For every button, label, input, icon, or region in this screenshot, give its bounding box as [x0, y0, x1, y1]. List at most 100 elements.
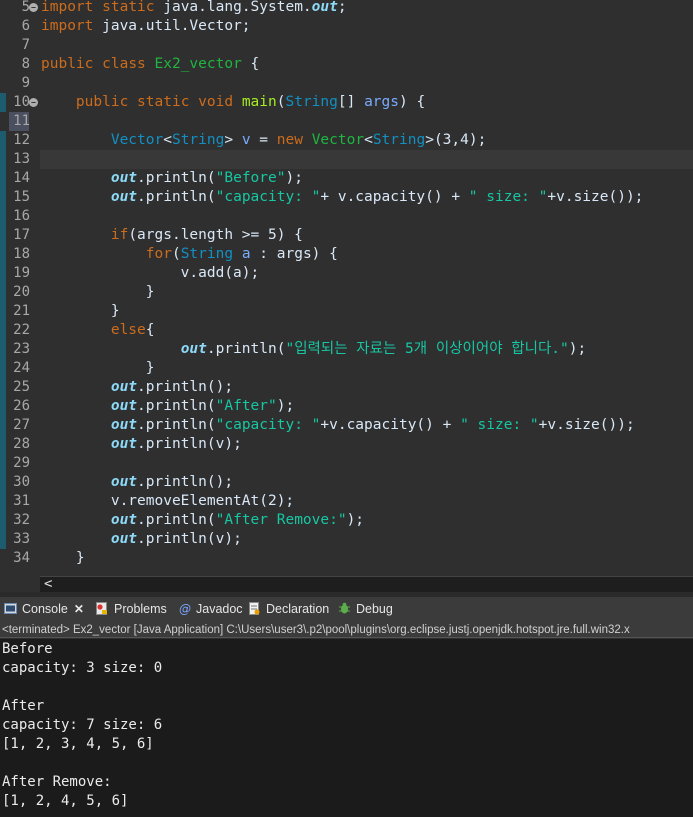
code-token: v: [241, 132, 251, 148]
code-token: String: [180, 246, 234, 262]
code-line[interactable]: else{: [41, 321, 155, 340]
code-token: main: [241, 94, 277, 110]
line-number: 16: [13, 208, 30, 224]
code-line[interactable]: public static void main(String[] args) {: [41, 93, 425, 112]
code-line[interactable]: import static java.lang.System.out;: [41, 0, 347, 17]
code-token: }: [41, 550, 85, 566]
code-line[interactable]: out.println("After");: [41, 397, 294, 416]
code-token: );: [346, 512, 365, 528]
scroll-left-arrow-icon[interactable]: <: [44, 577, 52, 592]
tab-label: Debug: [356, 602, 393, 616]
line-number: 27: [13, 417, 30, 433]
line-number: 26: [13, 398, 30, 414]
tab-label: Console: [22, 602, 68, 616]
code-line[interactable]: out.println(v);: [41, 530, 242, 549]
console-status-bar: <terminated> Ex2_vector [Java Applicatio…: [0, 622, 693, 638]
code-token: static: [102, 0, 155, 15]
code-token: out: [110, 512, 138, 528]
code-token: : args) {: [250, 246, 338, 262]
code-line[interactable]: out.println("입력되는 자료는 5개 이상이어야 합니다.");: [41, 340, 587, 359]
console-output-line: Before: [2, 641, 53, 657]
code-line[interactable]: }: [41, 359, 155, 378]
code-line[interactable]: }: [41, 549, 85, 568]
code-token: out: [110, 436, 138, 452]
code-token: {: [145, 322, 155, 338]
code-token: String: [285, 94, 338, 110]
code-token: out: [110, 398, 138, 414]
console-output-line: [1, 2, 3, 4, 5, 6]: [2, 736, 154, 752]
close-icon[interactable]: ✕: [74, 602, 84, 616]
code-line[interactable]: public class Ex2_vector {: [41, 55, 259, 74]
code-line[interactable]: }: [41, 302, 120, 321]
console-output-line: After Remove:: [2, 774, 112, 790]
code-token: +v.size());: [547, 189, 644, 205]
fold-collapse-icon[interactable]: −: [29, 3, 38, 12]
code-token: .println();: [137, 379, 234, 395]
horizontal-scrollbar[interactable]: <: [40, 576, 693, 592]
code-token: +v.capacity() +: [320, 417, 461, 433]
code-line[interactable]: out.println();: [41, 473, 233, 492]
code-token: .println(: [137, 189, 216, 205]
code-token: " size: ": [468, 189, 548, 205]
code-line[interactable]: }: [41, 283, 155, 302]
code-token: .println(: [137, 512, 216, 528]
code-line[interactable]: import java.util.Vector;: [41, 17, 251, 36]
code-line[interactable]: v.removeElementAt(2);: [41, 492, 294, 511]
code-token: void: [198, 94, 234, 110]
tab-debug[interactable]: Debug: [338, 597, 393, 622]
tab-console[interactable]: Console ✕: [4, 597, 84, 622]
fold-collapse-icon[interactable]: −: [29, 98, 38, 107]
gutter-bottom: [0, 576, 40, 592]
line-number: 30: [13, 474, 30, 490]
line-number: 23: [13, 341, 30, 357]
code-token: args: [364, 94, 399, 110]
line-number: 10: [13, 94, 30, 110]
console-output-line: After: [2, 698, 45, 714]
code-line[interactable]: out.println("After Remove:");: [41, 511, 364, 530]
code-editor[interactable]: 5−6 7 8 9 10−11 12 13 14 15 16 17 18 19 20 21 22 23 24 25 2…: [0, 0, 693, 576]
line-number: 34: [13, 550, 30, 566]
code-line[interactable]: if(args.length >= 5) {: [41, 226, 303, 245]
line-number: 24: [13, 360, 30, 376]
tab-problems[interactable]: Problems: [96, 597, 167, 622]
declaration-icon: [249, 602, 260, 615]
code-token: "capacity: ": [215, 417, 321, 433]
code-token: }: [41, 284, 155, 300]
code-line[interactable]: out.println(v);: [41, 435, 242, 454]
code-token: ;: [337, 0, 347, 15]
tab-javadoc[interactable]: @ Javadoc: [178, 597, 243, 622]
code-token: out: [110, 170, 138, 186]
line-number: 11: [13, 113, 30, 129]
code-token: out: [110, 417, 138, 433]
console-output-line: capacity: 7 size: 6: [2, 717, 163, 733]
code-line[interactable]: out.println("capacity: "+v.capacity() + …: [41, 416, 635, 435]
console-output[interactable]: Before capacity: 3 size: 0 After capacity: …: [0, 639, 693, 817]
code-token: out: [110, 531, 138, 547]
code-token: String: [171, 132, 225, 148]
code-line[interactable]: out.println("capacity: "+ v.capacity() +…: [41, 188, 644, 207]
code-token: a: [241, 246, 251, 262]
code-line[interactable]: v.add(a);: [41, 264, 260, 283]
code-token: <: [364, 132, 373, 148]
code-token: static: [137, 94, 190, 110]
code-line[interactable]: Vector<String> v = new Vector<String>(3,…: [41, 131, 486, 150]
code-token: java.lang.System.: [154, 0, 312, 15]
code-line[interactable]: out.println();: [41, 378, 233, 397]
code-line[interactable]: out.println("Before");: [41, 169, 303, 188]
code-line[interactable]: for(String a : args) {: [41, 245, 338, 264]
code-token: out: [110, 474, 138, 490]
current-line-highlight: [40, 150, 693, 169]
code-token: (: [171, 246, 181, 262]
tab-declaration[interactable]: Declaration: [248, 597, 329, 622]
line-number: 21: [13, 303, 30, 319]
